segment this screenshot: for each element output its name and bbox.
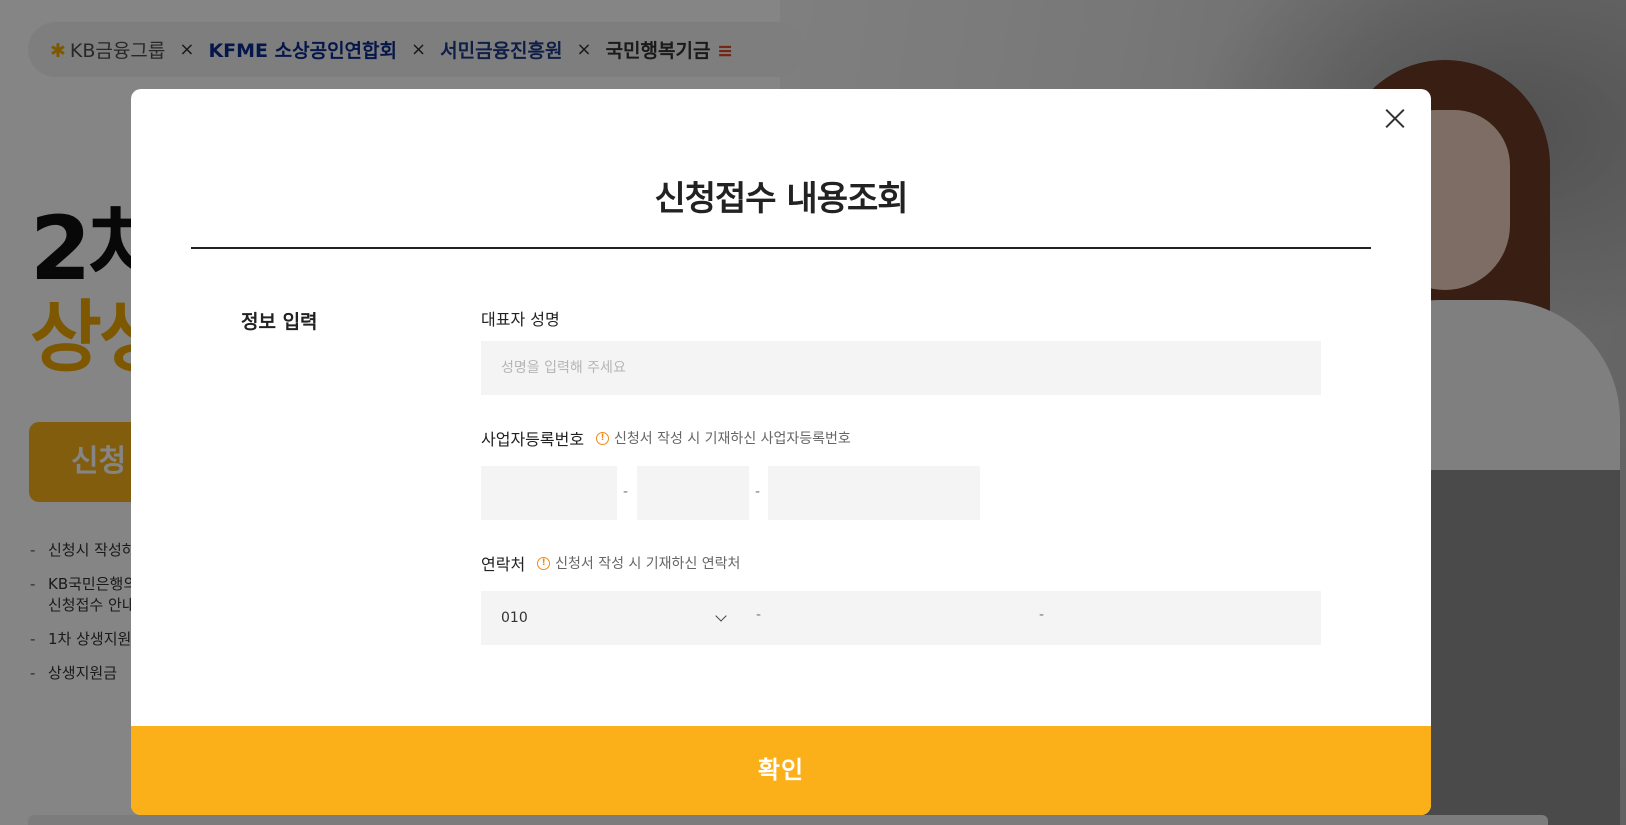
section-label: 정보 입력 bbox=[241, 311, 318, 333]
confirm-button[interactable]: 확인 bbox=[131, 726, 1431, 815]
title-divider bbox=[191, 247, 1371, 249]
close-icon[interactable] bbox=[1379, 103, 1411, 135]
biz-number-part3-input[interactable] bbox=[768, 466, 980, 520]
inquiry-modal: 신청접수 내용조회 정보 입력 대표자 성명 사업자등록번호 ! 신청서 작성 … bbox=[131, 89, 1431, 815]
dash-separator: - bbox=[623, 484, 629, 500]
dash-separator: - bbox=[756, 607, 762, 623]
dash-separator: - bbox=[1039, 607, 1045, 623]
name-field-label: 대표자 성명 bbox=[481, 310, 560, 329]
dash-separator: - bbox=[755, 484, 761, 500]
biz-number-part2-input[interactable] bbox=[637, 466, 749, 520]
chevron-down-icon bbox=[715, 610, 727, 622]
name-input[interactable] bbox=[481, 341, 1321, 395]
phone-hint: ! 신청서 작성 시 기재하신 연락처 bbox=[537, 553, 740, 573]
biz-number-hint: ! 신청서 작성 시 기재하신 사업자등록번호 bbox=[596, 428, 851, 448]
biz-number-part1-input[interactable] bbox=[481, 466, 617, 520]
info-icon: ! bbox=[596, 431, 610, 445]
biz-number-field-label: 사업자등록번호 ! 신청서 작성 시 기재하신 사업자등록번호 bbox=[481, 428, 851, 449]
modal-title: 신청접수 내용조회 bbox=[654, 179, 908, 219]
phone-prefix-select[interactable]: 010 bbox=[481, 591, 745, 645]
phone-field-label: 연락처 ! 신청서 작성 시 기재하신 연락처 bbox=[481, 553, 741, 574]
info-icon: ! bbox=[537, 556, 551, 570]
phone-last-input[interactable] bbox=[1044, 591, 1321, 645]
